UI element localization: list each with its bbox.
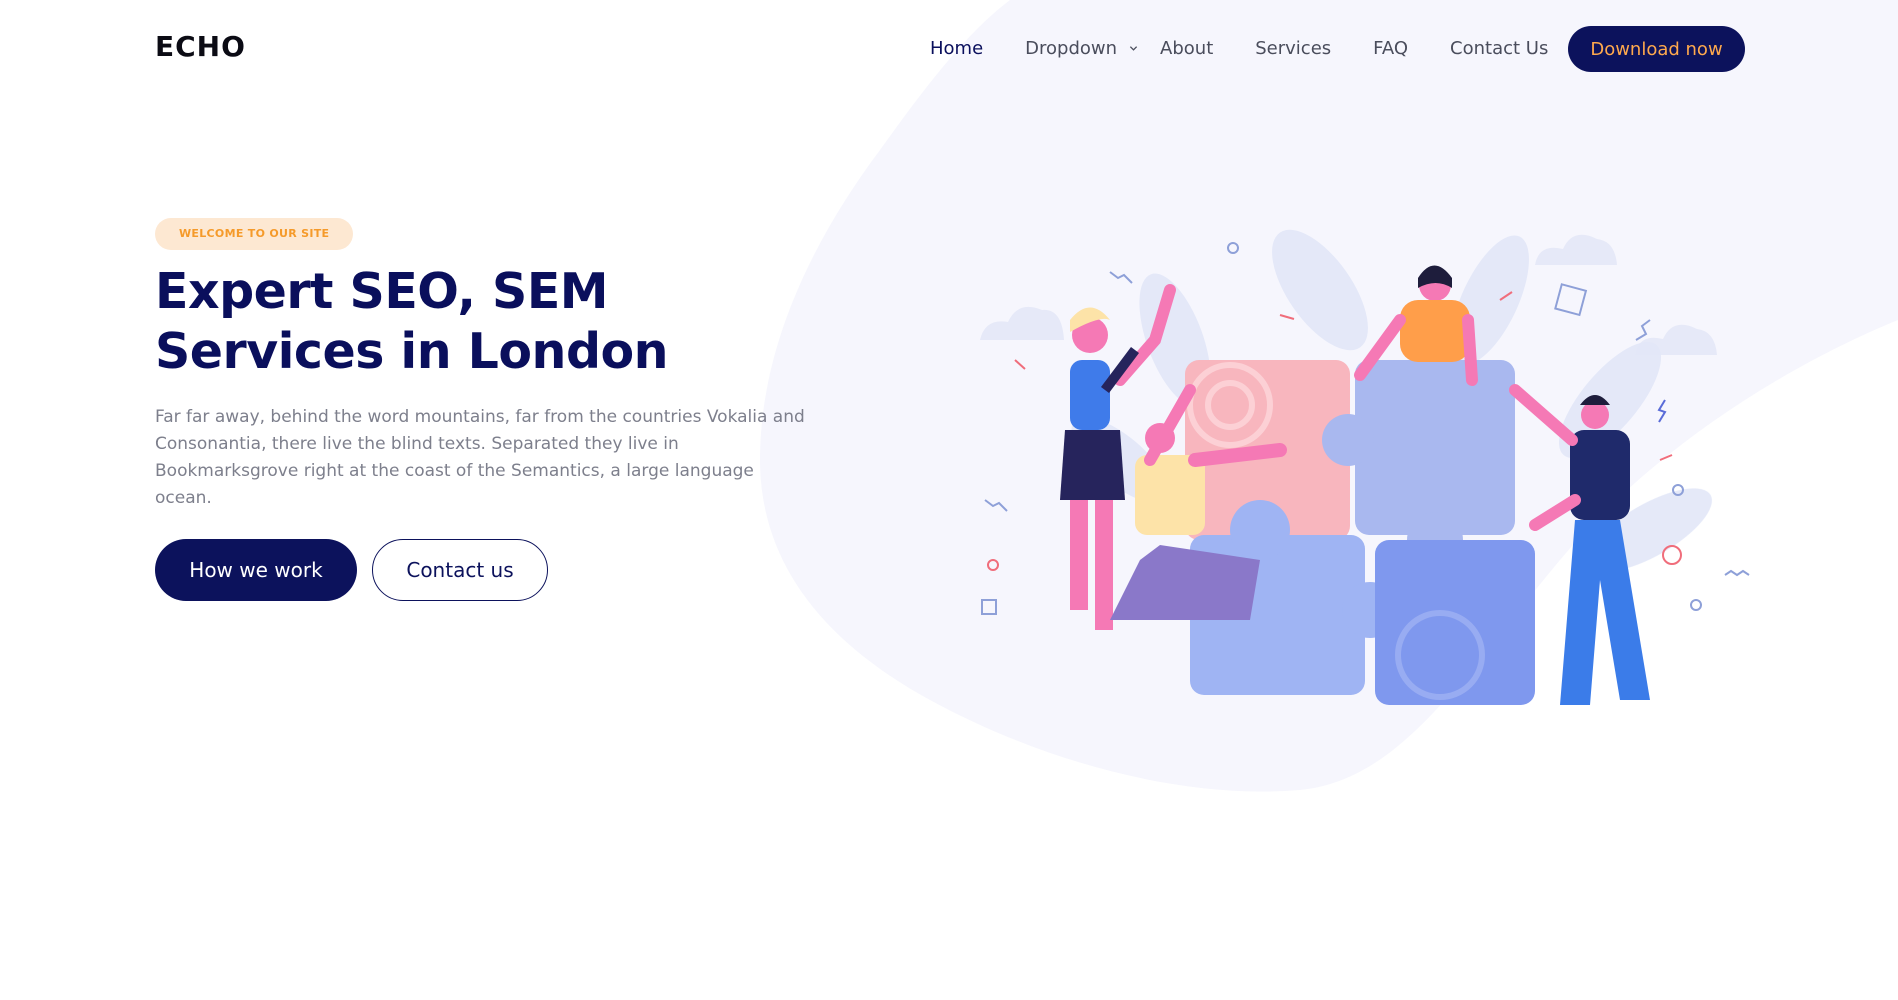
nav-faq-label: FAQ (1373, 38, 1409, 59)
contact-us-button[interactable]: Contact us (372, 539, 548, 601)
navbar: ECHO Home Dropdown About Services FAQ Co… (0, 0, 1898, 100)
nav-about-label: About (1160, 38, 1214, 59)
nav-dropdown-label: Dropdown (1025, 38, 1118, 59)
hero-title: Expert SEO, SEM Services in London (155, 262, 815, 382)
hero-section: WELCOME TO OUR SITE Expert SEO, SEM Serv… (155, 218, 815, 601)
hero-title-line2: Services in London (155, 323, 669, 380)
how-we-work-button[interactable]: How we work (155, 539, 357, 601)
hero-title-line1: Expert SEO, SEM (155, 263, 609, 320)
nav-services[interactable]: Services (1255, 38, 1331, 59)
nav-home-label: Home (930, 38, 984, 59)
hero-description: Far far away, behind the word mountains,… (155, 407, 805, 508)
hero-illustration (980, 229, 1750, 705)
nav-contact-label: Contact Us (1450, 38, 1549, 59)
welcome-badge: WELCOME TO OUR SITE (155, 218, 354, 250)
nav-contact[interactable]: Contact Us (1450, 38, 1548, 59)
nav-services-label: Services (1255, 38, 1332, 59)
chevron-down-icon (1129, 46, 1138, 51)
nav-dropdown[interactable]: Dropdown (1025, 38, 1138, 59)
brand-logo[interactable]: ECHO (155, 30, 246, 63)
hero-cta-row: How we work Contact us (155, 539, 548, 601)
nav-home[interactable]: Home (930, 38, 983, 59)
main-nav: Home Dropdown About Services FAQ Contact… (930, 38, 1590, 59)
nav-faq[interactable]: FAQ (1373, 38, 1408, 59)
nav-about[interactable]: About (1160, 38, 1213, 59)
download-now-button[interactable]: Download now (1568, 26, 1745, 72)
puzzle-pieces (1185, 360, 1535, 705)
